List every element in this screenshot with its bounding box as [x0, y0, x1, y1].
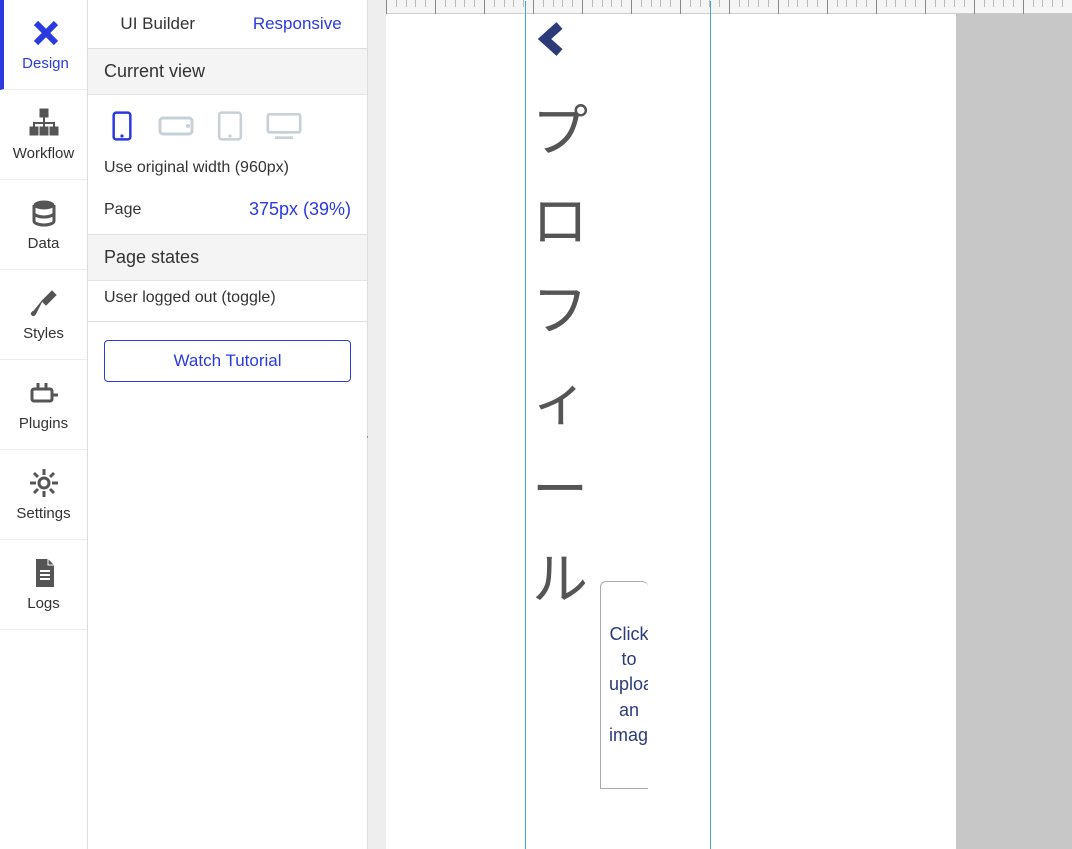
back-chevron-icon[interactable]	[534, 21, 570, 57]
nav-plugins[interactable]: Plugins	[0, 360, 87, 450]
watch-tutorial-button[interactable]: Watch Tutorial	[104, 340, 351, 382]
nav-data[interactable]: Data	[0, 180, 87, 270]
page-states-header: Page states	[88, 235, 367, 281]
panel-tabs: UI Builder Responsive	[88, 0, 367, 49]
data-icon	[28, 197, 60, 229]
current-view-header: Current view	[88, 49, 367, 95]
image-upload-box[interactable]: Click to upload an image	[600, 581, 648, 789]
page-width-label: Page	[104, 201, 141, 219]
device-phone-portrait-icon[interactable]	[104, 111, 140, 141]
canvas-grey-area	[956, 14, 1072, 849]
design-icon	[30, 17, 62, 49]
profile-title: プロフィール	[532, 87, 588, 625]
responsive-panel: UI Builder Responsive Current view Use o…	[88, 0, 368, 849]
tab-ui-builder[interactable]: UI Builder	[88, 0, 228, 48]
device-tablet-icon[interactable]	[212, 111, 248, 141]
canvas-area: // ticks generated below after data load…	[368, 0, 1072, 849]
state-user-logged-out[interactable]: User logged out (toggle)	[88, 281, 367, 321]
page-width-value[interactable]: 375px (39%)	[249, 199, 351, 220]
tab-responsive[interactable]: Responsive	[228, 0, 368, 48]
plugins-icon	[28, 377, 60, 409]
nav-design[interactable]: Design	[0, 0, 87, 90]
styles-icon	[28, 287, 60, 319]
nav-workflow[interactable]: Workflow	[0, 90, 87, 180]
nav-logs[interactable]: Logs	[0, 540, 87, 630]
ruler: // ticks generated below after data load…	[386, 0, 1072, 14]
nav-settings[interactable]: Settings	[0, 450, 87, 540]
device-desktop-icon[interactable]	[266, 111, 302, 141]
device-phone-landscape-icon[interactable]	[158, 111, 194, 141]
phone-preview-frame: プロフィール Click to upload an image	[525, 1, 711, 849]
use-original-width[interactable]: Use original width (960px)	[88, 151, 367, 191]
logs-icon	[28, 557, 60, 589]
settings-icon	[28, 467, 60, 499]
image-upload-text: Click to upload an image	[609, 622, 648, 748]
nav-rail: Design Workflow Data Styles Plugins	[0, 0, 88, 849]
nav-styles[interactable]: Styles	[0, 270, 87, 360]
workflow-icon	[28, 107, 60, 139]
